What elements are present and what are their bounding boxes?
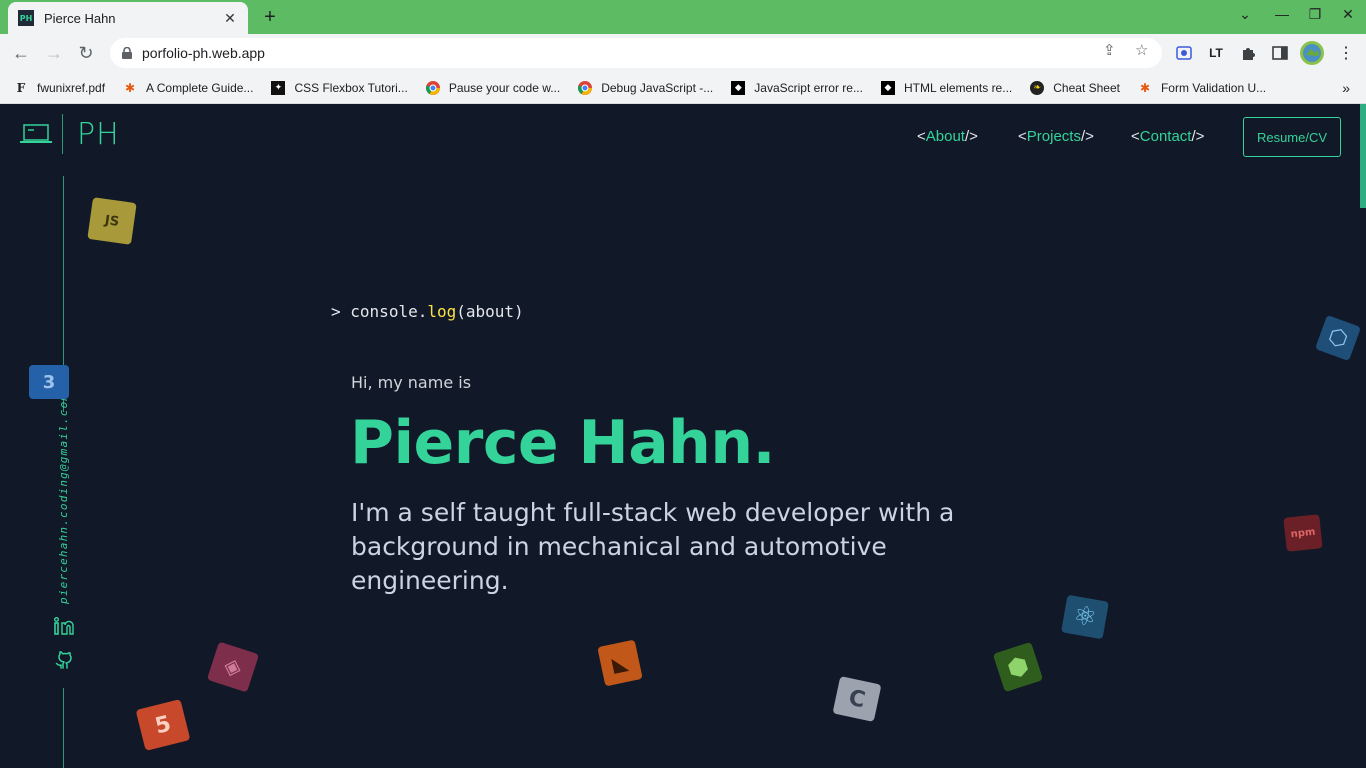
bookmark-label: Form Validation U...	[1160, 80, 1267, 95]
bookmark-label: CSS Flexbox Tutori...	[294, 80, 408, 95]
mdn-icon: ◆	[880, 80, 895, 95]
close-tab-icon[interactable]: ✕	[222, 10, 238, 27]
browser-tab[interactable]: PH Pierce Hahn ✕	[8, 2, 248, 34]
bookmark-item[interactable]: ✱ Form Validation U...	[1138, 81, 1266, 95]
console-heading: > console.log(about)	[331, 302, 524, 321]
tab-title: Pierce Hahn	[44, 10, 116, 26]
nav-bracket: <	[1131, 128, 1140, 145]
minimize-icon[interactable]: —	[1272, 6, 1292, 22]
address-bar[interactable]: porfolio-ph.web.app	[110, 38, 1162, 68]
bookmark-label: fwunixref.pdf	[37, 80, 106, 95]
chrome-icon	[425, 80, 440, 95]
logo-text: PH	[77, 116, 120, 152]
css3-cube: 3	[29, 365, 69, 399]
restore-icon[interactable]: ❐	[1305, 6, 1325, 23]
css-tricks-icon: ✦	[271, 80, 286, 95]
nav-contact-link[interactable]: <Contact/>	[1131, 128, 1204, 145]
hero-tagline: I'm a self taught full-stack web develop…	[351, 498, 955, 595]
share-icon[interactable]: ⇪	[1103, 41, 1116, 59]
lt-extension-icon[interactable]: LT	[1206, 43, 1226, 63]
swift-cube: ◣	[597, 639, 643, 687]
portfolio-page: PH <About/> <Projects/> <Contact/> Resum…	[0, 104, 1366, 768]
tab-favicon: PH	[18, 10, 34, 26]
nav-label: Projects	[1026, 128, 1081, 145]
back-icon[interactable]: ←	[10, 42, 32, 64]
nav-label: Contact	[1139, 128, 1192, 145]
nav-bracket: />	[1080, 128, 1094, 145]
bookmark-item[interactable]: ✦ CSS Flexbox Tutori...	[271, 80, 408, 95]
site-logo[interactable]: PH	[20, 114, 120, 154]
node-cube: ⬢	[992, 641, 1044, 693]
tab-search-icon[interactable]: ⌄	[1235, 6, 1255, 23]
bookmark-item[interactable]: ◆ JavaScript error re...	[731, 80, 863, 95]
nav-label: About	[925, 128, 965, 145]
asterisk-icon: ✱	[125, 80, 136, 95]
html5-cube: 5	[135, 699, 191, 751]
bookmark-label: A Complete Guide...	[146, 80, 254, 95]
console-args: (about)	[456, 302, 524, 321]
bookmark-item[interactable]: ◆ HTML elements re...	[880, 80, 1013, 95]
console-prompt: >	[331, 302, 341, 321]
bookmark-label: Pause your code w...	[448, 80, 561, 95]
chrome-icon	[578, 80, 593, 95]
mdn-icon: ◆	[731, 80, 746, 95]
bookmark-item[interactable]: F fwunixref.pdf	[14, 81, 105, 95]
github-icon[interactable]	[53, 649, 75, 671]
bookmark-item[interactable]: ✱ A Complete Guide...	[123, 81, 253, 95]
screencast-extension-icon[interactable]	[1174, 43, 1194, 63]
f-icon: F	[16, 80, 26, 95]
bookmark-label: Cheat Sheet	[1053, 80, 1120, 95]
nav-bracket: <	[1018, 128, 1027, 145]
bookmark-star-icon[interactable]: ☆	[1135, 41, 1148, 59]
logo-divider	[62, 114, 63, 154]
intro-text: Hi, my name is	[351, 373, 472, 392]
sass-cube: ◈	[206, 641, 260, 693]
bookmark-label: JavaScript error re...	[754, 80, 863, 95]
linkedin-icon[interactable]	[53, 615, 75, 637]
chrome-menu-icon[interactable]: ⋮	[1336, 43, 1356, 63]
nav-projects-link[interactable]: <Projects/>	[1018, 128, 1094, 145]
email-link[interactable]: piercehahn.coding@gmail.com	[57, 393, 70, 604]
npm-cube: npm	[1283, 514, 1323, 552]
window-close-icon[interactable]: ✕	[1338, 6, 1358, 23]
more-bookmarks-icon[interactable]: »	[1342, 80, 1350, 96]
reload-icon[interactable]: ↻	[75, 42, 97, 64]
bookmark-item[interactable]: ❧ Cheat Sheet	[1030, 80, 1120, 95]
side-panel-icon[interactable]	[1270, 43, 1290, 63]
asterisk-icon: ✱	[1139, 80, 1150, 95]
hero-name: Pierce Hahn.	[350, 408, 775, 478]
side-rail-line	[63, 688, 64, 768]
browser-titlebar: PH Pierce Hahn ✕ + ⌄ — ❐ ✕	[0, 0, 1366, 34]
lock-icon	[122, 47, 132, 59]
nav-bracket: />	[964, 128, 978, 145]
bookmark-item[interactable]: Pause your code w...	[425, 80, 561, 95]
leaf-icon: ❧	[1030, 80, 1045, 95]
nav-about-link[interactable]: <About/>	[917, 128, 978, 145]
resume-button[interactable]: Resume/CV	[1243, 117, 1341, 157]
bookmark-item[interactable]: Debug JavaScript -...	[578, 80, 714, 95]
url-text: porfolio-ph.web.app	[142, 45, 265, 61]
nav-bracket: />	[1191, 128, 1205, 145]
react-cube: ⚛	[1061, 594, 1109, 640]
bookmark-label: HTML elements re...	[903, 80, 1013, 95]
browser-toolbar: ← → ↻ porfolio-ph.web.app ⇪ ☆ LT ⋮	[0, 34, 1366, 72]
bookmark-label: Debug JavaScript -...	[601, 80, 714, 95]
profile-avatar[interactable]	[1300, 41, 1324, 65]
scrollbar-thumb[interactable]	[1360, 104, 1366, 208]
forward-icon[interactable]: →	[43, 42, 65, 64]
console-object: console.	[350, 302, 428, 321]
nav-bracket: <	[917, 128, 926, 145]
webpack-cube: ⬡	[1314, 314, 1362, 362]
console-function: log	[427, 302, 457, 321]
extensions-puzzle-icon[interactable]	[1238, 43, 1258, 63]
laptop-icon	[20, 123, 52, 145]
js-cube: JS	[87, 197, 137, 245]
new-tab-button[interactable]: +	[258, 6, 282, 28]
c-cube: C	[832, 676, 882, 722]
bookmarks-bar: F fwunixref.pdf ✱ A Complete Guide... ✦ …	[0, 72, 1366, 104]
